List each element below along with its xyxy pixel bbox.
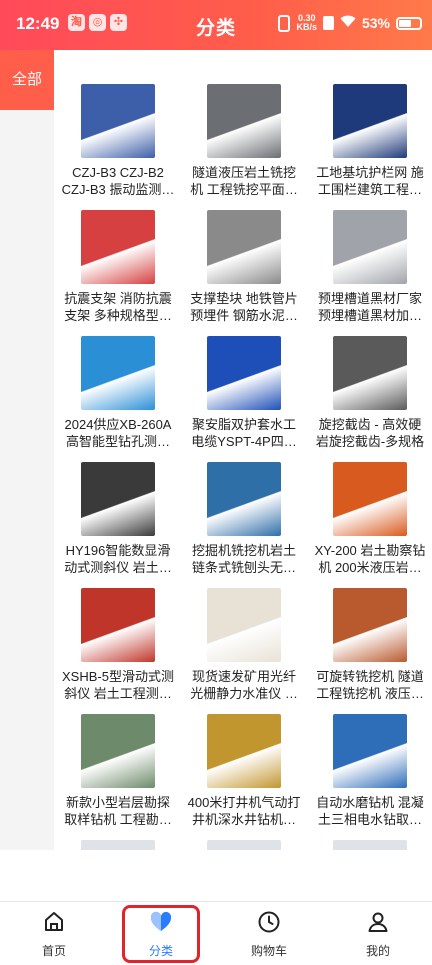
product-image [81, 210, 155, 284]
sidebar-item-all[interactable]: 全部 [0, 50, 54, 110]
product-image [333, 840, 407, 850]
product-image [81, 462, 155, 536]
cart-clock-icon [258, 911, 280, 933]
bottom-tab-bar: 首页 分类 购物车 我的 [0, 901, 432, 965]
product-image [333, 84, 407, 158]
wifi-icon [340, 15, 356, 31]
product-card[interactable]: 新款小型岩层勘探取样钻机 工程勘察钻机 [55, 680, 181, 827]
tab-home[interactable]: 首页 [14, 902, 94, 965]
product-image [333, 588, 407, 662]
profile-icon [368, 912, 388, 932]
product-card[interactable]: 工地基坑护栏网 施工围栏建筑工程防护栏 [307, 50, 432, 197]
home-icon [45, 912, 63, 931]
product-card[interactable]: 400米打井机气动打井机深水井钻机设备 [181, 680, 307, 827]
product-card[interactable]: 挖掘机铣挖机岩土链条式铣刨头无振动 [181, 428, 307, 575]
status-right: 0.30 KB/s 53% [278, 14, 422, 32]
product-card[interactable]: 可旋转铣挖机 隧道工程铣挖机 液压铣刨头 [307, 554, 432, 701]
product-card[interactable]: 自动水磨钻机 混凝土三相电水钻取芯机 [307, 680, 432, 827]
product-image [333, 462, 407, 536]
product-card[interactable] [55, 806, 181, 850]
product-image [333, 210, 407, 284]
product-image [81, 840, 155, 850]
product-image [207, 336, 281, 410]
product-image [81, 84, 155, 158]
vibrate-icon [278, 14, 291, 32]
product-image [81, 336, 155, 410]
product-card[interactable]: 支撑垫块 地铁管片预埋件 钢筋水泥垫块 [181, 176, 307, 323]
product-image [207, 84, 281, 158]
speed-unit: KB/s [296, 22, 317, 32]
product-image [207, 588, 281, 662]
product-image [333, 714, 407, 788]
battery-percent: 53% [361, 15, 390, 31]
product-image [81, 588, 155, 662]
active-tab-highlight-box [122, 905, 200, 963]
product-card[interactable]: 聚安脂双护套水工电缆YSPT-4P四芯屏蔽电缆 [181, 302, 307, 449]
product-image [81, 714, 155, 788]
category-sidebar [0, 50, 54, 850]
product-card[interactable]: XY-200 岩土勘察钻机 200米液压岩心钻机 [307, 428, 432, 575]
battery-icon [396, 16, 422, 30]
product-grid: CZJ-B3 CZJ-B2 CZJ-B3 振动监测保护仪隧道液压岩土铣挖机 工程… [55, 50, 432, 850]
product-image [207, 462, 281, 536]
product-image [333, 336, 407, 410]
tab-cart[interactable]: 购物车 [229, 902, 309, 965]
product-card[interactable]: 2024供应XB-260A高智能型钻孔测斜仪 [55, 302, 181, 449]
tab-home-label: 首页 [41, 944, 66, 958]
product-card[interactable]: 预埋槽道黑材厂家 预埋槽道黑材加工定制 [307, 176, 432, 323]
product-card[interactable]: 现货速发矿用光纤光栅静力水准仪 传感器 [181, 554, 307, 701]
product-card[interactable]: 抗震支架 消防抗震支架 多种规格型号齐全 [55, 176, 181, 323]
product-image [207, 210, 281, 284]
product-card[interactable]: CZJ-B3 CZJ-B2 CZJ-B3 振动监测保护仪 [55, 50, 181, 197]
app-header: 12:49 淘 ◎ ✣ 分类 0.30 KB/s 53% [0, 0, 432, 50]
product-card[interactable]: XSHB-5型滑动式测斜仪 岩土工程测量仪器 [55, 554, 181, 701]
product-image [207, 714, 281, 788]
tab-profile[interactable]: 我的 [338, 902, 418, 965]
network-speed: 0.30 KB/s [296, 14, 317, 32]
product-card[interactable]: 旋挖截齿 - 高效硬岩旋挖截齿-多规格 [307, 302, 432, 449]
product-card[interactable] [307, 806, 432, 850]
tab-cart-label: 购物车 [250, 944, 287, 958]
product-image [207, 840, 281, 850]
sim-icon [322, 16, 334, 30]
product-card[interactable] [181, 806, 307, 850]
product-card[interactable]: 隧道液压岩土铣挖机 工程铣挖平面铣刨机 [181, 50, 307, 197]
product-card[interactable]: HY196智能数显滑动式测斜仪 岩土工程仪器 [55, 428, 181, 575]
tab-profile-label: 我的 [365, 944, 390, 958]
